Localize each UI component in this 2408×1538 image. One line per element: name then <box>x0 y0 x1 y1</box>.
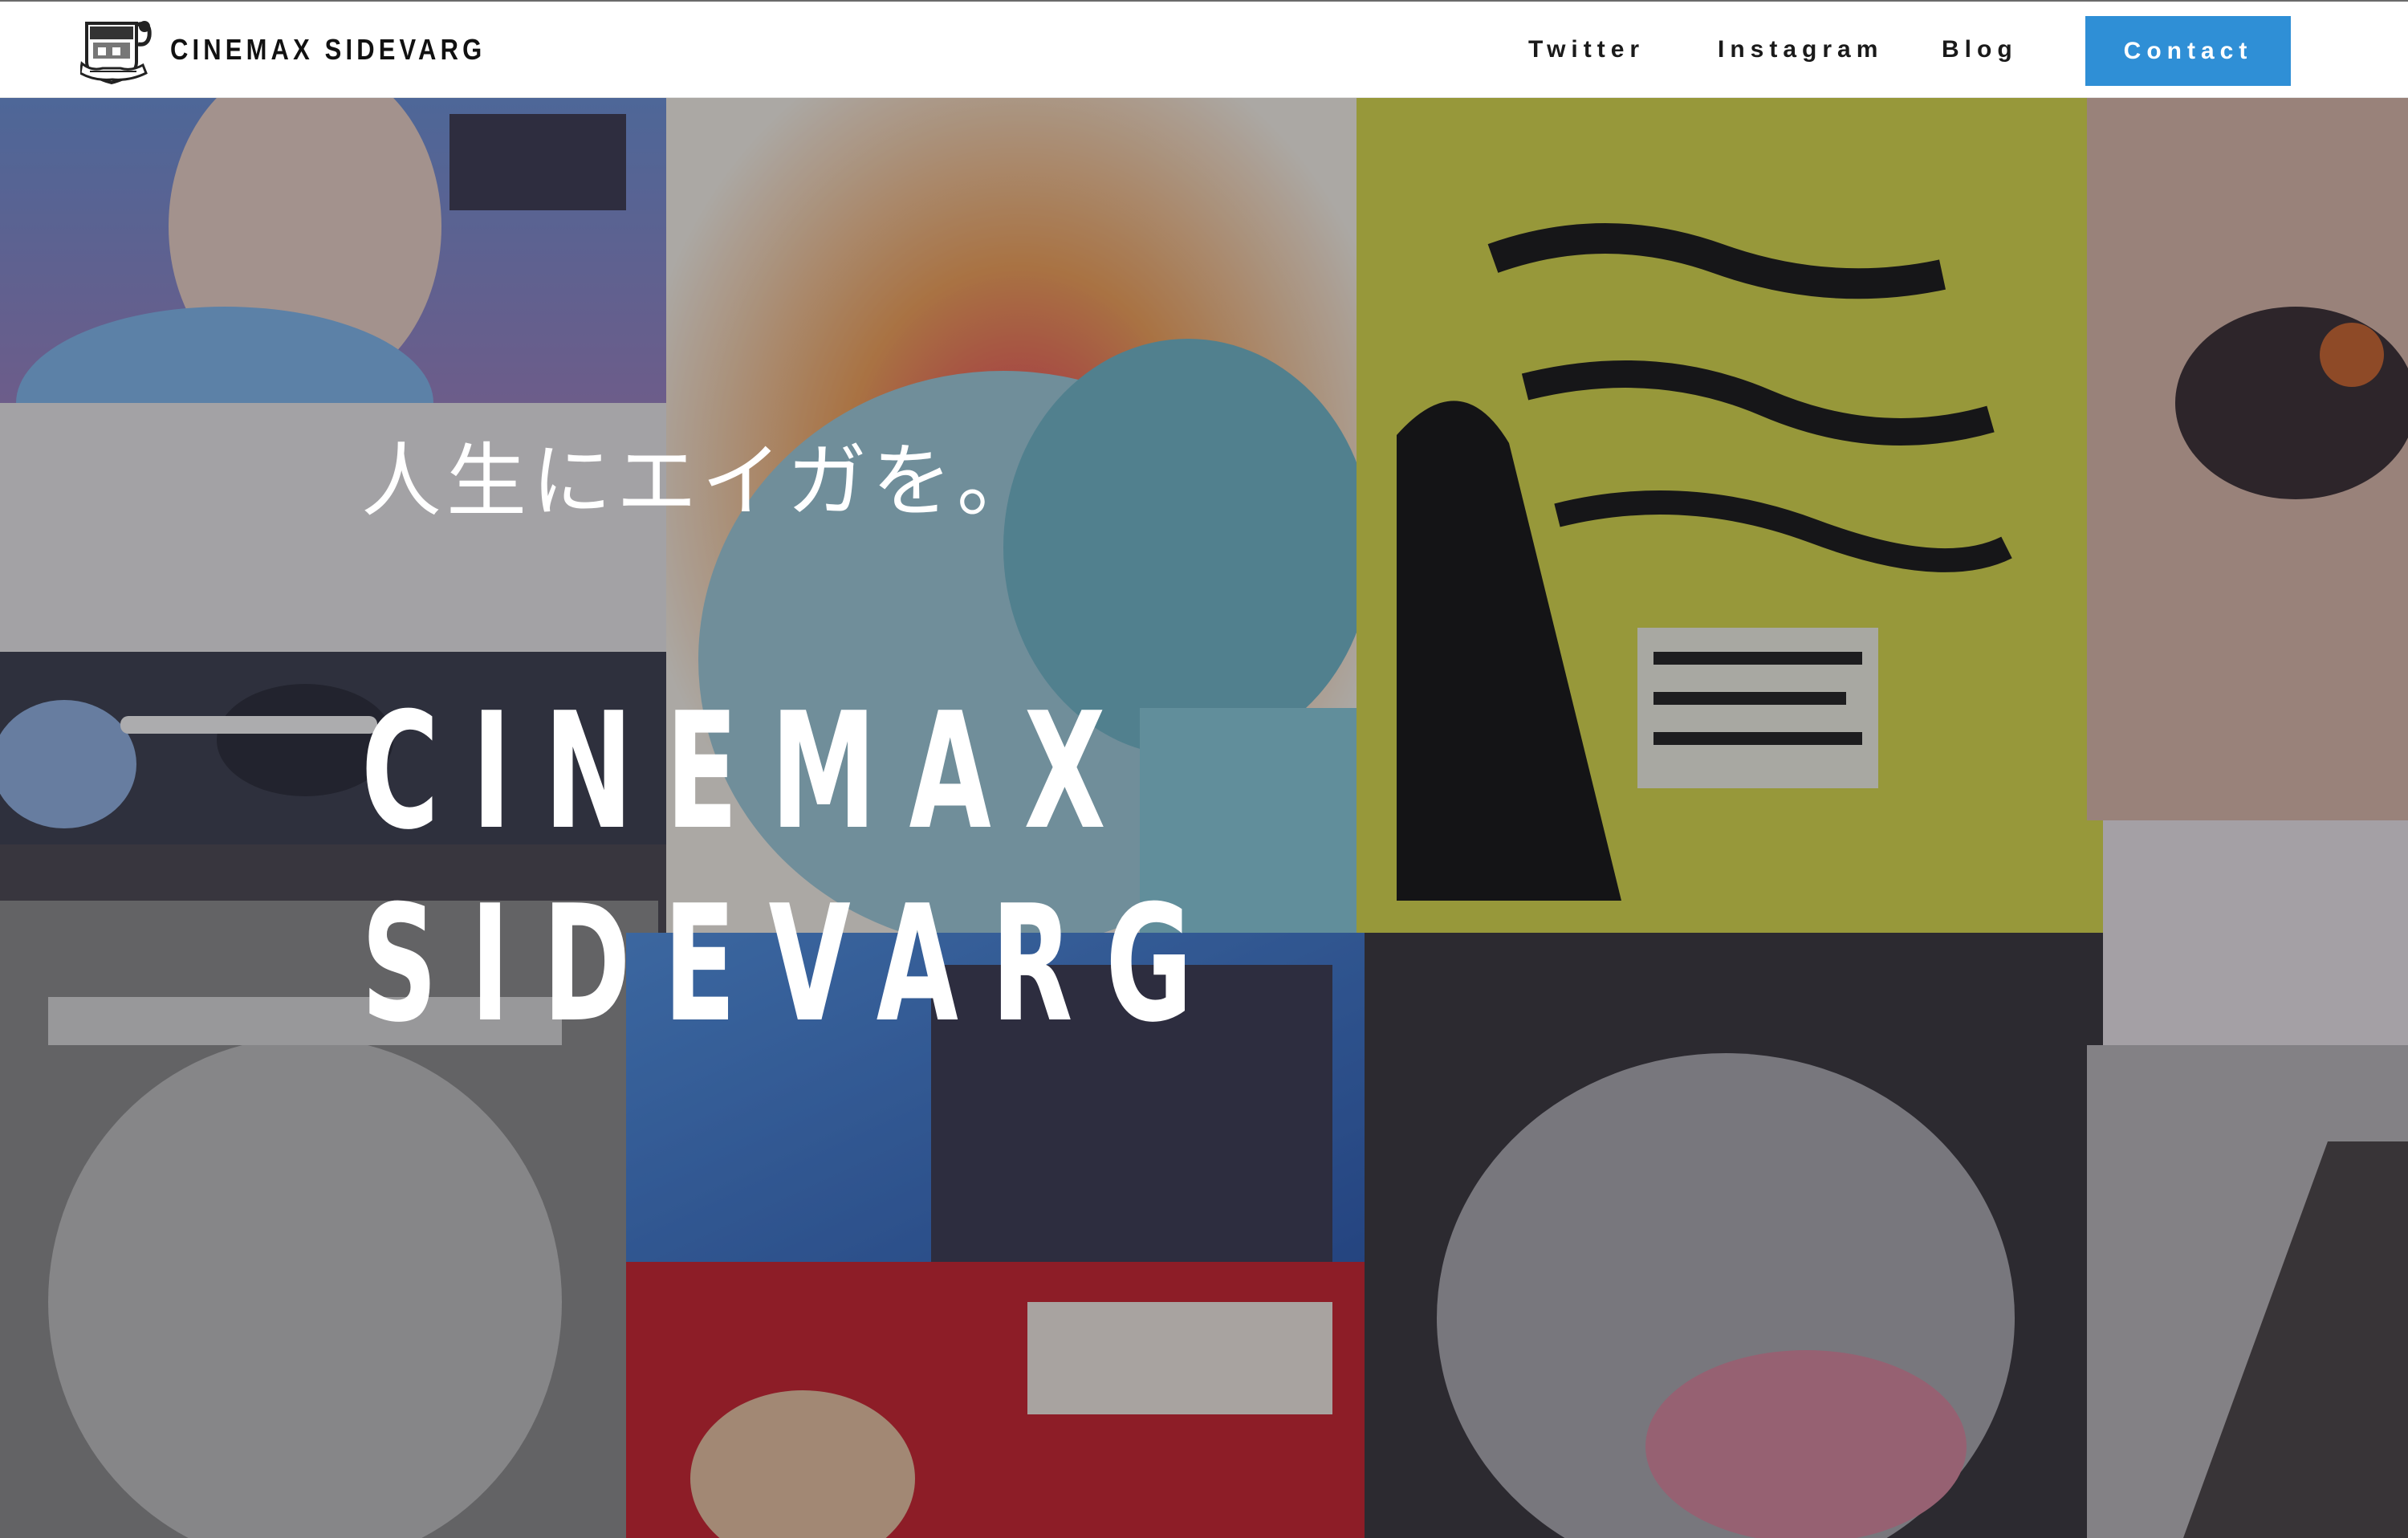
nav-instagram-link[interactable]: Instagram <box>1718 34 1883 66</box>
brand-name: CINEMAX SIDEVARG <box>170 33 486 66</box>
hero-section: 人生にエイガを。 CINEMAX SIDEVARG <box>0 98 2408 1538</box>
contact-button[interactable]: Contact <box>2085 16 2291 86</box>
hero-tagline: 人生にエイガを。 <box>361 434 1042 528</box>
hero-title-line-1: CINEMAX <box>361 678 1139 865</box>
nav-twitter-link[interactable]: Twitter <box>1528 34 1645 66</box>
hero-title: CINEMAX SIDEVARG <box>361 676 1226 1061</box>
site-header: CINEMAX SIDEVARG Twitter Instagram Blog … <box>0 0 2408 98</box>
nav-blog-link[interactable]: Blog <box>1942 34 2018 66</box>
hero-title-line-2: SIDEVARG <box>361 871 1226 1058</box>
brand-home-link[interactable]: CINEMAX SIDEVARG <box>80 15 537 84</box>
cinema-crest-logo-icon <box>80 21 152 84</box>
